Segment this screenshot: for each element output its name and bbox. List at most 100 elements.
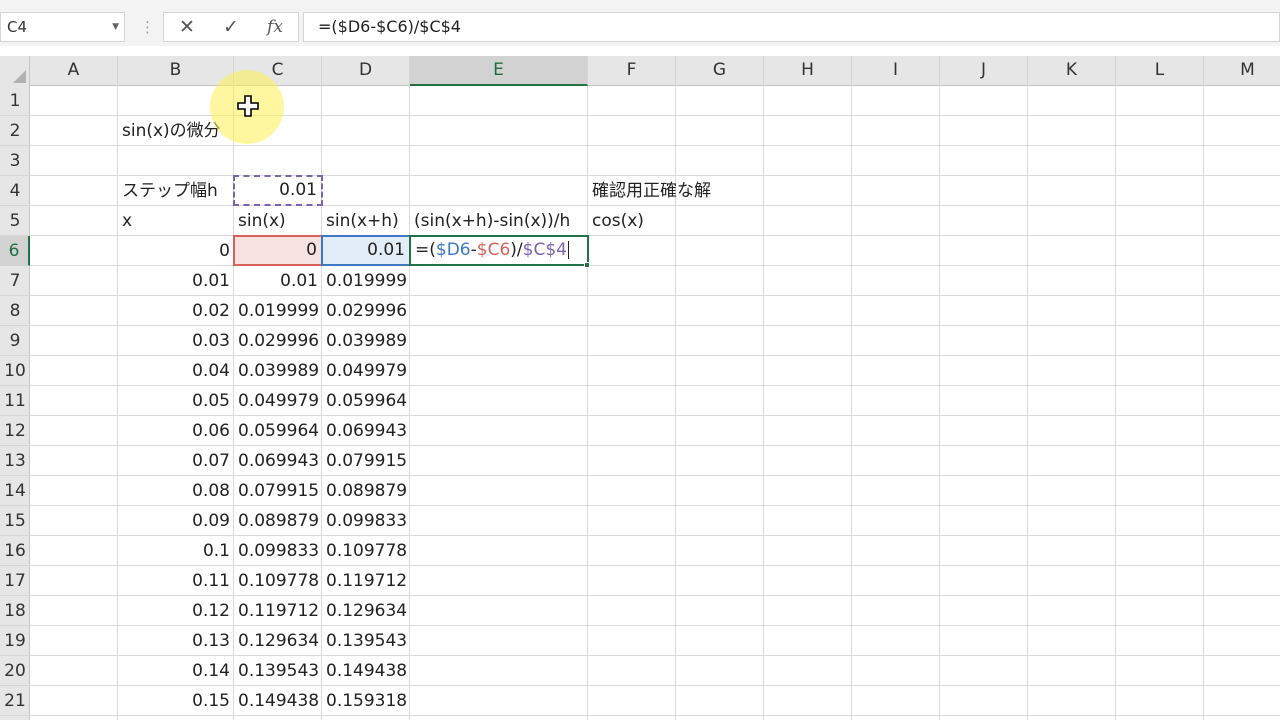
- confirm-entry-icon[interactable]: ✓: [216, 13, 246, 41]
- cell-c10[interactable]: 0.039989: [234, 356, 322, 386]
- row-header-9[interactable]: 9: [0, 326, 30, 356]
- cell-d13[interactable]: 0.079915: [322, 446, 410, 476]
- cell-d17[interactable]: 0.119712: [322, 566, 410, 596]
- cell-d21[interactable]: 0.159318: [322, 686, 410, 716]
- cell-d18[interactable]: 0.129634: [322, 596, 410, 626]
- cell-d16[interactable]: 0.109778: [322, 536, 410, 566]
- row-header-12[interactable]: 12: [0, 416, 30, 446]
- cell-d20[interactable]: 0.149438: [322, 656, 410, 686]
- column-header-f[interactable]: F: [588, 56, 676, 86]
- name-box-dropdown-icon[interactable]: ▼: [112, 13, 119, 41]
- column-header-l[interactable]: L: [1116, 56, 1204, 86]
- header-x[interactable]: x: [118, 206, 136, 236]
- cell-d10[interactable]: 0.049979: [322, 356, 410, 386]
- cell-d14[interactable]: 0.089879: [322, 476, 410, 506]
- cell-b7[interactable]: 0.01: [118, 266, 234, 296]
- cell-c15[interactable]: 0.089879: [234, 506, 322, 536]
- cell-b12[interactable]: 0.06: [118, 416, 234, 446]
- cell-b9[interactable]: 0.03: [118, 326, 234, 356]
- row-header-11[interactable]: 11: [0, 386, 30, 416]
- cell-c13[interactable]: 0.069943: [234, 446, 322, 476]
- cell-b19[interactable]: 0.13: [118, 626, 234, 656]
- cell-c17[interactable]: 0.109778: [234, 566, 322, 596]
- column-header-h[interactable]: H: [764, 56, 852, 86]
- row-header-19[interactable]: 19: [0, 626, 30, 656]
- cell-b2[interactable]: sin(x)の微分: [118, 116, 225, 146]
- cell-d15[interactable]: 0.099833: [322, 506, 410, 536]
- cell-c19[interactable]: 0.129634: [234, 626, 322, 656]
- row-header-1[interactable]: 1: [0, 86, 30, 116]
- cell-b8[interactable]: 0.02: [118, 296, 234, 326]
- row-header-17[interactable]: 17: [0, 566, 30, 596]
- cell-c11[interactable]: 0.049979: [234, 386, 322, 416]
- cell-b18[interactable]: 0.12: [118, 596, 234, 626]
- cell-c12[interactable]: 0.059964: [234, 416, 322, 446]
- cell-d12[interactable]: 0.069943: [322, 416, 410, 446]
- column-header-d[interactable]: D: [322, 56, 410, 86]
- row-header-14[interactable]: 14: [0, 476, 30, 506]
- cell-b13[interactable]: 0.07: [118, 446, 234, 476]
- cell-d11[interactable]: 0.059964: [322, 386, 410, 416]
- column-header-c[interactable]: C: [234, 56, 322, 86]
- cell-c20[interactable]: 0.139543: [234, 656, 322, 686]
- cell-b20[interactable]: 0.14: [118, 656, 234, 686]
- column-header-i[interactable]: I: [852, 56, 940, 86]
- header-cos[interactable]: cos(x): [588, 206, 648, 236]
- cell-b6[interactable]: 0: [118, 236, 234, 266]
- cell-c7[interactable]: 0.01: [234, 266, 322, 296]
- row-header-7[interactable]: 7: [0, 266, 30, 296]
- cell-d19[interactable]: 0.139543: [322, 626, 410, 656]
- row-header-18[interactable]: 18: [0, 596, 30, 626]
- cell-b10[interactable]: 0.04: [118, 356, 234, 386]
- formula-input[interactable]: =($D6-$C6)/$C$4: [303, 12, 1280, 42]
- cell-c18[interactable]: 0.119712: [234, 596, 322, 626]
- column-header-k[interactable]: K: [1028, 56, 1116, 86]
- cell-c8[interactable]: 0.019999: [234, 296, 322, 326]
- column-header-g[interactable]: G: [676, 56, 764, 86]
- cell-e6-editing[interactable]: =($D6-$C6)/$C$4: [409, 235, 589, 266]
- insert-function-button[interactable]: fx: [260, 13, 290, 41]
- cell-d8[interactable]: 0.029996: [322, 296, 410, 326]
- cell-b17[interactable]: 0.11: [118, 566, 234, 596]
- row-header-4[interactable]: 4: [0, 176, 30, 206]
- row-header-3[interactable]: 3: [0, 146, 30, 176]
- cell-grid[interactable]: sin(x)の微分 ステップ幅h 0.01 確認用正確な解 x sin(x) s…: [30, 86, 1280, 720]
- column-header-j[interactable]: J: [940, 56, 1028, 86]
- cell-c21[interactable]: 0.149438: [234, 686, 322, 716]
- cell-b4[interactable]: ステップ幅h: [118, 176, 222, 206]
- cancel-entry-icon[interactable]: ✕: [172, 13, 202, 41]
- cell-b15[interactable]: 0.09: [118, 506, 234, 536]
- cell-c16[interactable]: 0.099833: [234, 536, 322, 566]
- row-header-15[interactable]: 15: [0, 506, 30, 536]
- row-header-13[interactable]: 13: [0, 446, 30, 476]
- cell-b14[interactable]: 0.08: [118, 476, 234, 506]
- row-header-5[interactable]: 5: [0, 206, 30, 236]
- row-header-2[interactable]: 2: [0, 116, 30, 146]
- column-header-b[interactable]: B: [118, 56, 234, 86]
- header-sin[interactable]: sin(x): [234, 206, 290, 236]
- cell-c6[interactable]: 0: [233, 235, 323, 266]
- cell-c9[interactable]: 0.029996: [234, 326, 322, 356]
- cell-b11[interactable]: 0.05: [118, 386, 234, 416]
- cell-b21[interactable]: 0.15: [118, 686, 234, 716]
- name-box[interactable]: C4 ▼: [0, 12, 125, 42]
- header-sin-h[interactable]: sin(x+h): [322, 206, 403, 236]
- cell-f4[interactable]: 確認用正確な解: [588, 176, 715, 206]
- row-header-16[interactable]: 16: [0, 536, 30, 566]
- row-header-6[interactable]: 6: [0, 236, 30, 266]
- header-difference-quotient[interactable]: (sin(x+h)-sin(x))/h: [410, 206, 574, 236]
- cell-c4-step-value[interactable]: 0.01: [233, 175, 323, 206]
- cell-d9[interactable]: 0.039989: [322, 326, 410, 356]
- vertical-ellipsis-icon[interactable]: ⋮: [140, 12, 155, 42]
- column-header-m[interactable]: M: [1204, 56, 1280, 86]
- select-all-button[interactable]: [0, 56, 30, 86]
- column-header-a[interactable]: A: [30, 56, 118, 86]
- cell-b16[interactable]: 0.1: [118, 536, 234, 566]
- fill-handle[interactable]: [584, 262, 590, 268]
- cell-d6[interactable]: 0.01: [321, 235, 411, 266]
- cell-d7[interactable]: 0.019999: [322, 266, 410, 296]
- row-header-21[interactable]: 21: [0, 686, 30, 716]
- row-header-8[interactable]: 8: [0, 296, 30, 326]
- row-header-10[interactable]: 10: [0, 356, 30, 386]
- column-header-e[interactable]: E: [410, 56, 588, 86]
